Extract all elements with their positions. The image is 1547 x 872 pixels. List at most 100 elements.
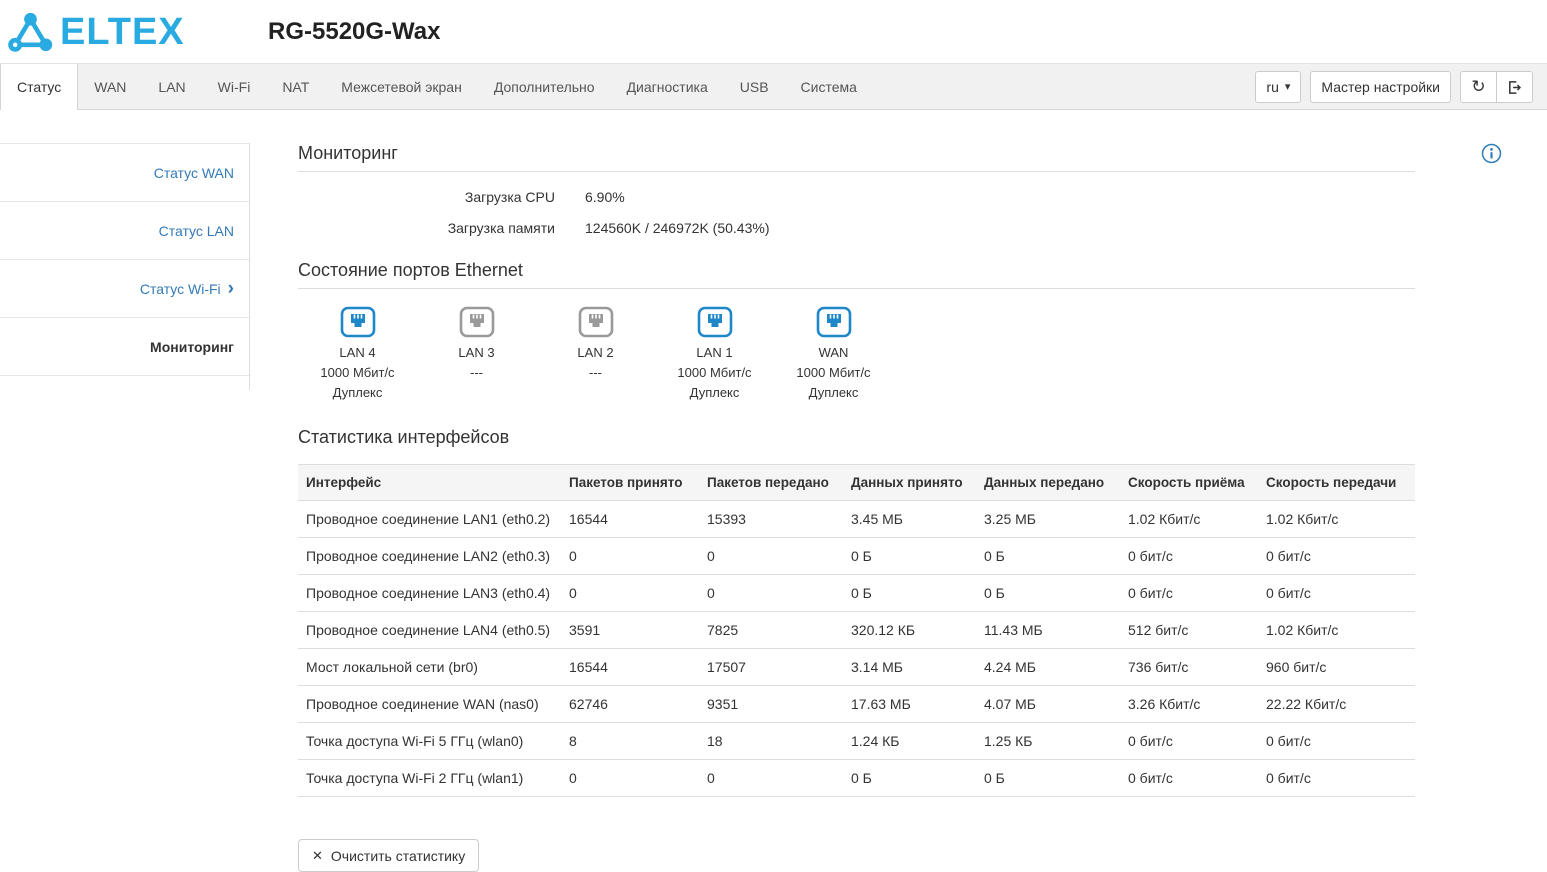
cell-rx-rate: 0 бит/с (1120, 723, 1258, 760)
info-icon[interactable] (1481, 143, 1502, 167)
cell-tx-rate: 960 бит/с (1258, 649, 1415, 686)
nav-tab[interactable]: WAN (78, 64, 142, 110)
page-body: Статус WAN › Статус LAN › Статус Wi-Fi ›… (0, 110, 1547, 872)
cell-interface: Проводное соединение WAN (nas0) (298, 686, 561, 723)
main-content: Мониторинг Загрузка CPU 6.90% Загрузка п… (298, 143, 1415, 872)
table-row: Проводное соединение WAN (nas0) 62746 93… (298, 686, 1415, 723)
port-speed: 1000 Мбит/с (774, 363, 893, 383)
refresh-button[interactable]: ↻ (1460, 71, 1497, 103)
port-speed: 1000 Мбит/с (655, 363, 774, 383)
cell-interface: Точка доступа Wi-Fi 2 ГГц (wlan1) (298, 760, 561, 797)
cell-rx-rate: 0 бит/с (1120, 538, 1258, 575)
section-title-monitoring: Мониторинг (298, 143, 1415, 164)
clear-statistics-button[interactable]: ✕ Очистить статистику (298, 839, 479, 872)
monitoring-row: Загрузка CPU 6.90% (298, 189, 1415, 205)
nav-tab-label: Межсетевой экран (341, 79, 462, 95)
clear-statistics-label: Очистить статистику (331, 848, 465, 864)
ethernet-port: LAN 4 1000 Мбит/с Дуплекс (298, 306, 417, 403)
sidebar-item[interactable]: Статус WAN › (0, 144, 249, 202)
cell-rx-packets: 0 (561, 575, 699, 612)
cell-interface: Проводное соединение LAN4 (eth0.5) (298, 612, 561, 649)
cell-rx-packets: 8 (561, 723, 699, 760)
cell-interface: Мост локальной сети (br0) (298, 649, 561, 686)
cell-rx-data: 0 Б (843, 760, 976, 797)
table-row: Проводное соединение LAN2 (eth0.3) 0 0 0… (298, 538, 1415, 575)
nav-tab[interactable]: Статус (0, 64, 78, 110)
port-speed: 1000 Мбит/с (298, 363, 417, 383)
cell-tx-data: 3.25 МБ (976, 501, 1120, 538)
cell-tx-packets: 0 (699, 575, 843, 612)
sidebar-item[interactable]: Статус Wi-Fi › (0, 260, 249, 318)
cell-tx-rate: 0 бит/с (1258, 723, 1415, 760)
cell-tx-rate: 0 бит/с (1258, 760, 1415, 797)
cell-tx-packets: 18 (699, 723, 843, 760)
port-name: LAN 1 (655, 343, 774, 363)
ethernet-port: LAN 1 1000 Мбит/с Дуплекс (655, 306, 774, 403)
main-nav: Статус WAN LAN Wi-Fi NAT Межсетевой экра… (0, 63, 1547, 110)
monitoring-row: Загрузка памяти 124560K / 246972K (50.43… (298, 220, 1415, 236)
nav-tab[interactable]: Межсетевой экран (325, 64, 478, 110)
nav-tab-label: Статус (17, 79, 61, 95)
port-name: WAN (774, 343, 893, 363)
cell-rx-packets: 3591 (561, 612, 699, 649)
table-header-cell: Скорость приёма (1120, 465, 1258, 501)
table-row: Точка доступа Wi-Fi 2 ГГц (wlan1) 0 0 0 … (298, 760, 1415, 797)
nav-tab[interactable]: Wi-Fi (202, 64, 267, 110)
cell-tx-packets: 9351 (699, 686, 843, 723)
nav-controls: ru ▾ Мастер настройки ↻ (1255, 64, 1547, 110)
setup-wizard-button[interactable]: Мастер настройки (1310, 71, 1451, 103)
nav-tab[interactable]: USB (724, 64, 785, 110)
cell-rx-packets: 0 (561, 538, 699, 575)
sidebar-item[interactable]: Статус LAN › (0, 202, 249, 260)
header: ELTEX RG-5520G-Wax (0, 0, 1547, 63)
cell-tx-packets: 15393 (699, 501, 843, 538)
divider (298, 171, 1415, 172)
monitoring-value: 6.90% (585, 189, 625, 205)
language-select[interactable]: ru ▾ (1255, 71, 1301, 103)
sidebar-item[interactable]: Мониторинг › (0, 318, 249, 376)
cell-rx-rate: 0 бит/с (1120, 575, 1258, 612)
nav-tab[interactable]: Диагностика (611, 64, 724, 110)
cell-rx-data: 3.14 МБ (843, 649, 976, 686)
cell-rx-rate: 3.26 Кбит/с (1120, 686, 1258, 723)
logout-button[interactable] (1496, 71, 1533, 103)
nav-tab-label: Диагностика (627, 79, 708, 95)
table-row: Мост локальной сети (br0) 16544 17507 3.… (298, 649, 1415, 686)
cell-rx-data: 0 Б (843, 575, 976, 612)
refresh-icon: ↻ (1471, 79, 1485, 96)
port-name: LAN 3 (417, 343, 536, 363)
nav-tab[interactable]: LAN (142, 64, 201, 110)
table-header-cell: Скорость передачи (1258, 465, 1415, 501)
nav-tab[interactable]: Дополнительно (478, 64, 611, 110)
cell-interface: Проводное соединение LAN3 (eth0.4) (298, 575, 561, 612)
ethernet-port-icon (459, 306, 495, 338)
cell-rx-data: 320.12 КБ (843, 612, 976, 649)
port-duplex: Дуплекс (298, 383, 417, 403)
cell-rx-packets: 16544 (561, 649, 699, 686)
monitoring-label: Загрузка памяти (298, 220, 555, 236)
sidebar-item-label: Статус Wi-Fi (140, 281, 221, 297)
cell-tx-rate: 1.02 Кбит/с (1258, 501, 1415, 538)
cell-interface: Проводное соединение LAN1 (eth0.2) (298, 501, 561, 538)
clear-x-icon: ✕ (312, 849, 323, 862)
nav-tab[interactable]: Система (785, 64, 873, 110)
cell-tx-rate: 22.22 Кбит/с (1258, 686, 1415, 723)
cell-tx-data: 4.07 МБ (976, 686, 1120, 723)
port-duplex: Дуплекс (655, 383, 774, 403)
sidebar-item-label: Мониторинг (150, 339, 234, 355)
nav-tab-label: Система (801, 79, 857, 95)
cell-rx-rate: 0 бит/с (1120, 760, 1258, 797)
cell-rx-rate: 736 бит/с (1120, 649, 1258, 686)
cell-rx-packets: 16544 (561, 501, 699, 538)
table-header-cell: Пакетов принято (561, 465, 699, 501)
ethernet-ports: LAN 4 1000 Мбит/с Дуплекс LAN 3 --- (298, 306, 1415, 403)
table-row: Проводное соединение LAN4 (eth0.5) 3591 … (298, 612, 1415, 649)
port-name: LAN 4 (298, 343, 417, 363)
cell-rx-data: 17.63 МБ (843, 686, 976, 723)
cell-tx-rate: 0 бит/с (1258, 538, 1415, 575)
cell-rx-packets: 0 (561, 760, 699, 797)
nav-tab-label: USB (740, 79, 769, 95)
cell-rx-data: 1.24 КБ (843, 723, 976, 760)
nav-tab[interactable]: NAT (266, 64, 325, 110)
cell-tx-data: 0 Б (976, 538, 1120, 575)
